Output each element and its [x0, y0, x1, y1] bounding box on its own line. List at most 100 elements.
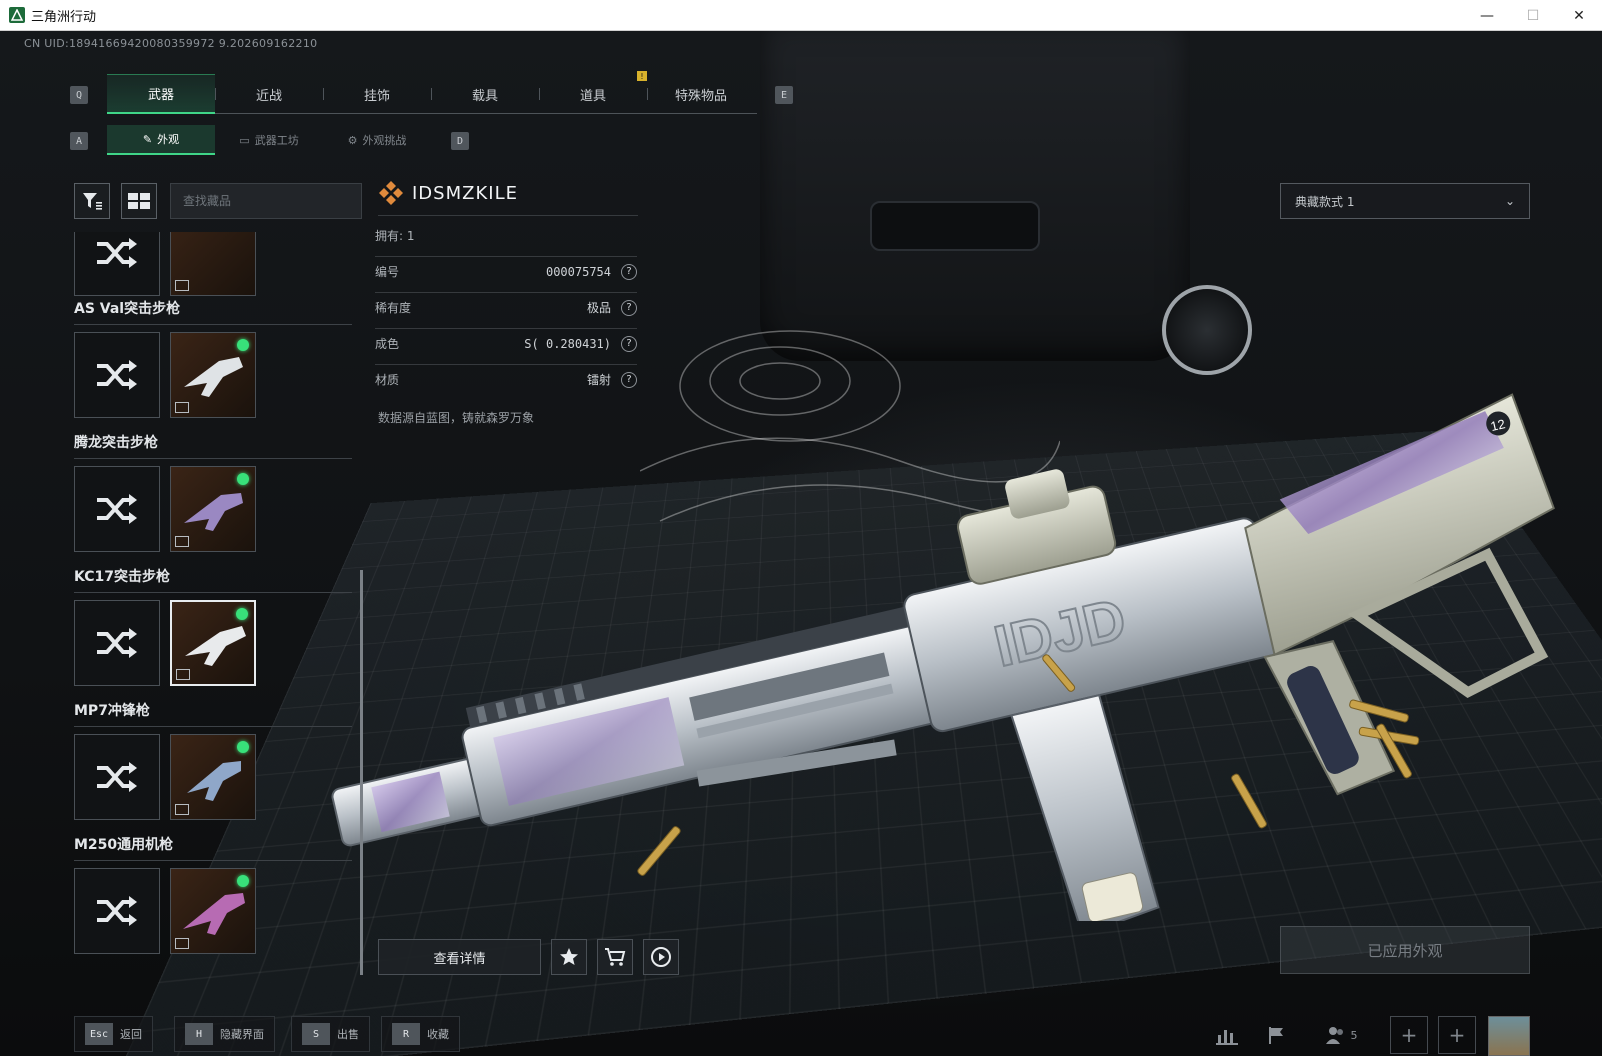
list-scrollbar[interactable] — [360, 570, 363, 975]
weapon-render[interactable]: IDJD 12 — [295, 351, 1575, 921]
brush-icon: ✎ — [142, 132, 153, 146]
hint-label: 隐藏界面 — [220, 1028, 264, 1041]
hint-back[interactable]: Esc 返回 — [74, 1016, 153, 1052]
skin-name: IDSMZKILE — [412, 182, 518, 204]
skin-tile[interactable] — [170, 868, 256, 954]
add-slot-button[interactable]: + — [1438, 1016, 1476, 1054]
subtab-next-key[interactable]: D — [451, 132, 469, 150]
random-skin-tile[interactable] — [74, 600, 160, 686]
header-divider — [378, 215, 638, 216]
prop-value: 镭射 — [586, 373, 611, 387]
play-circle-icon — [651, 947, 671, 967]
prop-value: S( 0.280431) — [524, 336, 611, 351]
friends-button[interactable]: 5 — [1318, 1016, 1364, 1054]
stats-button[interactable] — [1208, 1016, 1246, 1054]
hint-hide-ui[interactable]: H 隐藏界面 — [174, 1016, 275, 1052]
subtab-weapon-workshop[interactable]: ▭ 武器工坊 — [215, 125, 323, 155]
weapon-skin-list: AS Val突击步枪 腾龙突击步枪 KC17突击步枪 MP7冲锋枪 M250通用… — [74, 232, 354, 982]
maximize-button[interactable]: ☐ — [1510, 0, 1556, 31]
skin-tile[interactable] — [170, 466, 256, 552]
prop-label: 成色 — [375, 337, 400, 351]
image-icon — [175, 938, 189, 949]
sub-tabs: ✎ 外观 ▭ 武器工坊 ⚙ 外观挑战 — [107, 125, 431, 155]
skin-tile[interactable] — [170, 332, 256, 418]
equipped-indicator — [237, 473, 249, 485]
image-icon — [175, 536, 189, 547]
subtab-appearance-label: 外观 — [157, 133, 180, 146]
equipped-indicator — [237, 339, 249, 351]
list-item — [74, 332, 256, 418]
avatar[interactable] — [1488, 1016, 1530, 1056]
window-titlebar: 三角洲行动 — ☐ ✕ — [0, 0, 1602, 31]
filter-icon — [83, 193, 102, 210]
weapon-thumbnail — [185, 626, 246, 666]
help-icon[interactable]: ? — [621, 371, 637, 388]
minimize-button[interactable]: — — [1464, 0, 1510, 31]
add-slot-button[interactable]: + — [1390, 1016, 1428, 1054]
owned-count: 拥有: 1 — [375, 229, 415, 243]
list-item — [74, 600, 256, 686]
grid-view-button[interactable] — [121, 183, 157, 219]
shuffle-icon — [97, 494, 137, 524]
tab-vehicles[interactable]: 载具 — [431, 74, 539, 114]
market-button[interactable] — [597, 939, 633, 975]
help-icon[interactable]: ? — [621, 335, 637, 352]
skin-tile-selected[interactable] — [170, 600, 256, 686]
subtab-workshop-label: 武器工坊 — [254, 134, 299, 147]
random-skin-tile[interactable] — [74, 734, 160, 820]
subtab-appearance-challenge[interactable]: ⚙ 外观挑战 — [323, 125, 431, 155]
tab-next-key[interactable]: E — [775, 86, 793, 104]
preview-play-button[interactable] — [643, 939, 679, 975]
random-skin-tile[interactable] — [74, 232, 160, 296]
window-title: 三角洲行动 — [31, 9, 97, 25]
skin-header: IDSMZKILE — [378, 180, 518, 206]
weapon-group-title: AS Val突击步枪 — [74, 298, 352, 325]
image-icon — [176, 669, 190, 680]
search-input[interactable] — [170, 183, 362, 219]
prop-value: 极品 — [586, 301, 611, 315]
weapon-group-title: 腾龙突击步枪 — [74, 432, 352, 459]
subtab-prev-key[interactable]: A — [70, 132, 88, 150]
equipped-indicator — [237, 741, 249, 753]
image-icon — [175, 402, 189, 413]
tab-melee[interactable]: 近战 — [215, 74, 323, 114]
tab-special-items[interactable]: 特殊物品 — [647, 74, 755, 114]
weapon-thumbnail — [187, 761, 241, 801]
applied-appearance-button[interactable]: 已应用外观 — [1280, 926, 1530, 974]
style-dropdown-value: 典藏款式 1 — [1295, 194, 1355, 209]
subtab-challenge-label: 外观挑战 — [362, 134, 407, 147]
tab-weapons[interactable]: 武器 — [107, 74, 215, 114]
help-icon[interactable]: ? — [621, 263, 637, 280]
flag-button[interactable] — [1258, 1016, 1296, 1054]
tab-items[interactable]: 道具 — [539, 74, 647, 114]
shuffle-icon — [97, 762, 137, 792]
hint-label: 收藏 — [427, 1028, 449, 1041]
prop-wear: 成色 S( 0.280431) ? — [375, 328, 637, 358]
help-icon[interactable]: ? — [621, 299, 637, 316]
image-icon — [175, 804, 189, 815]
list-item — [74, 466, 256, 552]
view-details-button[interactable]: 查看详情 — [378, 939, 541, 975]
close-button[interactable]: ✕ — [1556, 0, 1602, 31]
favorite-button[interactable] — [551, 939, 587, 975]
random-skin-tile[interactable] — [74, 332, 160, 418]
subtab-appearance[interactable]: ✎ 外观 — [107, 125, 215, 155]
hint-sell[interactable]: S 出售 — [291, 1016, 370, 1052]
hint-collect[interactable]: R 收藏 — [381, 1016, 460, 1052]
app-logo-icon — [9, 7, 25, 23]
weapon-thumbnail — [184, 357, 243, 397]
skin-tile[interactable] — [170, 734, 256, 820]
prop-serial: 编号 000075754 ? — [375, 256, 637, 286]
weapon-thumbnail — [183, 893, 245, 935]
prop-label: 材质 — [375, 373, 400, 387]
hint-key: R — [392, 1023, 420, 1045]
random-skin-tile[interactable] — [74, 868, 160, 954]
filter-button[interactable] — [74, 183, 110, 219]
tab-charms[interactable]: 挂饰 — [323, 74, 431, 114]
hint-key: S — [302, 1023, 330, 1045]
tab-prev-key[interactable]: Q — [70, 86, 88, 104]
style-dropdown[interactable]: 典藏款式 1 ⌄ — [1280, 183, 1530, 219]
random-skin-tile[interactable] — [74, 466, 160, 552]
skin-tile[interactable] — [170, 232, 256, 296]
hint-key: Esc — [85, 1023, 113, 1045]
